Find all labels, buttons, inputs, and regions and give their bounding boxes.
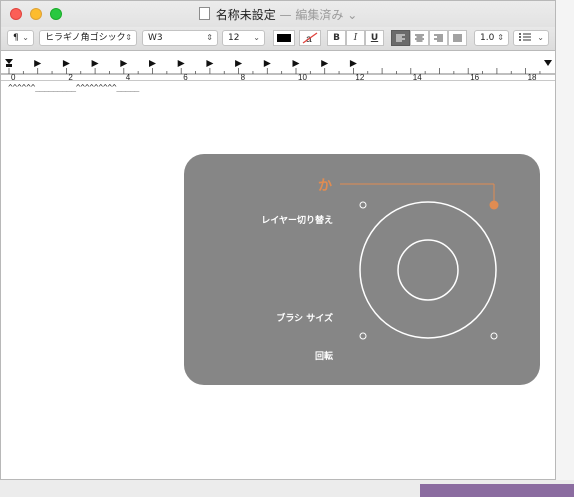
format-toolbar: ¶⌄ ヒラギノ角ゴシック⇕ W3⇕ 12⌄ a B I U [1,27,555,51]
align-right-icon [434,34,443,42]
align-left-button[interactable] [391,30,410,46]
layer-switch-label: レイヤー切り替え [261,216,333,226]
no-color-icon: a [302,32,318,45]
tab-stop-marker[interactable] [149,60,156,67]
ruler-number: 16 [470,73,479,81]
tab-stop-marker[interactable] [91,60,99,67]
left-indent-marker[interactable] [6,64,12,67]
first-line-indent-marker[interactable] [5,59,13,64]
updown-icon: ⇕ [125,33,132,42]
align-center-button[interactable] [410,30,429,46]
ruler-number: 2 [68,73,73,81]
chevron-down-icon: ⌄ [253,33,260,42]
updown-icon: ⇕ [497,33,504,42]
tab-stop-marker[interactable] [263,60,271,67]
list-style-popup[interactable]: ⌄ [513,30,549,46]
left-hand-device-overlay [184,154,540,385]
italic-button[interactable]: I [346,30,365,46]
updown-icon: ⇕ [206,33,213,42]
ruler-number: 8 [241,73,246,81]
title-separator: — [279,8,292,22]
justify-button[interactable] [448,30,467,46]
chevron-down-icon: ⌄ [537,33,544,42]
tab-stop-marker[interactable] [177,60,185,67]
justify-icon [453,34,462,42]
tab-stop-marker[interactable] [292,60,300,67]
document-icon [198,7,210,20]
tab-stop-marker[interactable] [120,60,128,67]
rotate-label: 回転 [314,352,333,362]
font-size-value: 12 [228,33,240,43]
ruler-number: 12 [355,73,364,81]
window-title: 名称未設定 — 編集済み ⌄ [1,6,555,23]
paragraph-style-popup[interactable]: ¶ ⌄ [7,30,34,46]
title-bar[interactable]: 名称未設定 — 編集済み ⌄ [1,1,555,27]
ruler-number: 0 [11,73,16,81]
ruler-number: 18 [528,73,537,81]
tab-stop-marker[interactable] [321,60,329,67]
chevron-down-icon[interactable]: ⌄ [347,8,357,22]
text-color-swatch [277,34,291,42]
font-family-value: ヒラギノ角ゴシック [45,33,126,43]
desktop-edge [556,0,574,497]
line-spacing-popup[interactable]: 1.0 ⇕ [474,30,509,46]
font-family-popup[interactable]: ヒラギノ角ゴシック ⇕ [39,30,137,46]
key-character-label: か [318,178,332,194]
font-size-combo[interactable]: 12 ⌄ [222,30,265,46]
line-spacing-value: 1.0 [480,33,495,43]
tab-stop-marker[interactable] [34,60,42,67]
font-weight-popup[interactable]: W3 ⇕ [142,30,218,46]
ruler-number: 14 [413,73,422,81]
right-margin-marker[interactable] [544,60,552,66]
background-color-well[interactable]: a [299,30,321,46]
align-right-button[interactable] [429,30,448,46]
ruler[interactable]: 0 2 4 6 8 10 12 14 16 18 [1,51,555,81]
chevron-down-icon: ⌄ [22,33,29,42]
tab-stop-marker[interactable] [62,60,70,67]
tab-stop-marker[interactable] [349,60,357,67]
underline-button[interactable]: U [365,30,384,46]
align-center-icon [415,34,424,42]
document-name: 名称未設定 [215,8,276,22]
ruler-number: 6 [183,73,188,81]
paragraph-style-value: ¶ [13,33,19,43]
ruler-scale: 0 2 4 6 8 10 12 14 16 18 [1,59,555,81]
ruler-number: 10 [298,73,307,81]
edited-status[interactable]: 編集済み [295,8,343,22]
brush-size-label: ブラシ サイズ [276,314,333,324]
bold-button[interactable]: B [327,30,346,46]
document-text[interactable]: ^^^^^^_________^^^^^^^^^_____ [8,83,139,92]
list-icon [519,33,531,41]
font-weight-value: W3 [148,33,163,43]
text-color-well[interactable] [273,30,295,46]
ruler-number: 4 [126,73,131,81]
tab-stop-marker[interactable] [206,60,214,67]
align-left-icon [396,34,405,42]
desktop-colored-area [420,484,574,497]
tab-stop-marker[interactable] [235,60,243,67]
